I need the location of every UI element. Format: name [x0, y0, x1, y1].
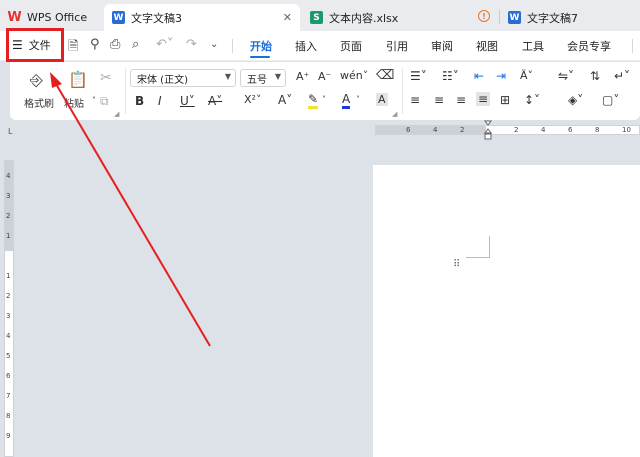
annotation-arrow: [50, 72, 211, 347]
